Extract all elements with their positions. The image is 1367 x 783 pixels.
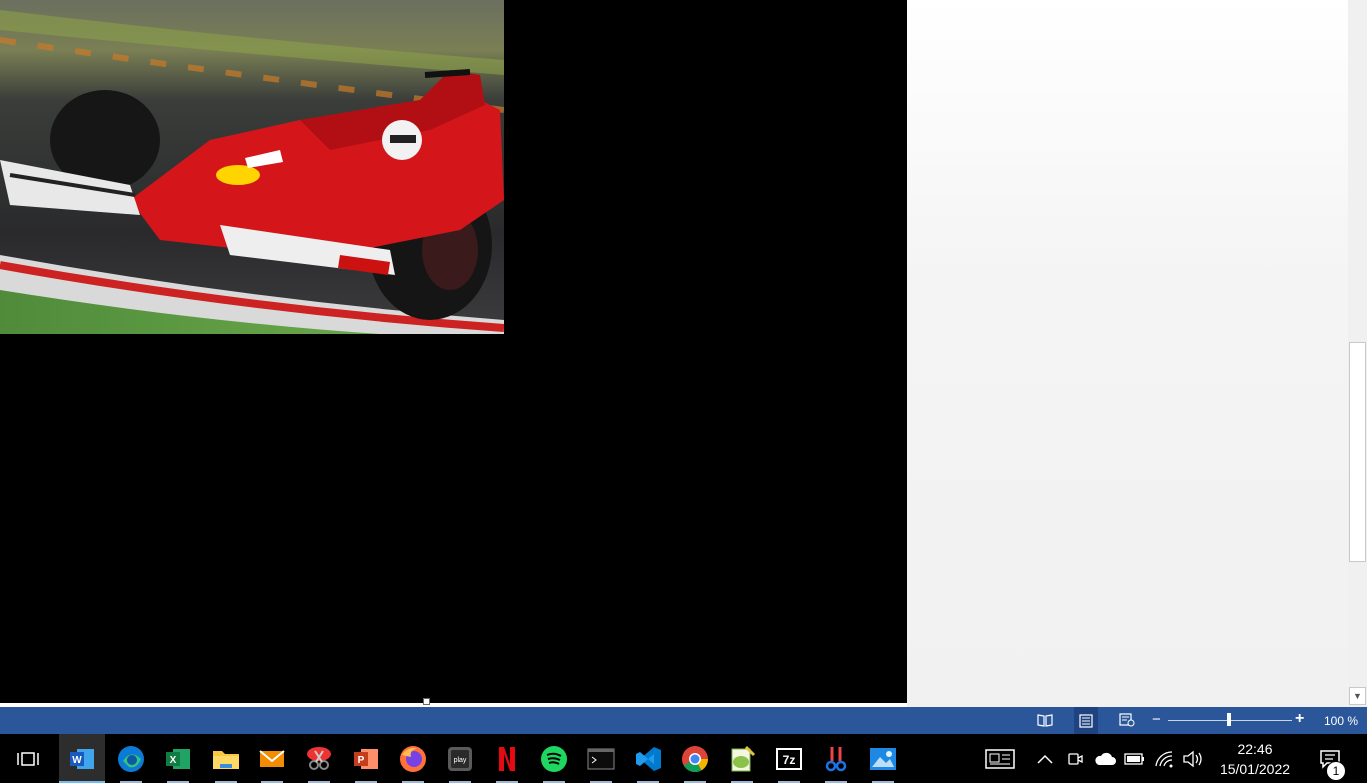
battery-icon[interactable] [1123, 734, 1147, 783]
notification-badge: 1 [1326, 761, 1346, 781]
edge-icon[interactable] [108, 734, 154, 783]
powerpoint-icon[interactable]: P [343, 734, 389, 783]
onedrive-icon[interactable] [1093, 734, 1117, 783]
news-widget-icon[interactable] [982, 734, 1018, 783]
zoom-level[interactable]: 100 % [1324, 714, 1358, 728]
snip-sketch-icon[interactable] [813, 734, 859, 783]
photos-icon[interactable] [860, 734, 906, 783]
clock-time: 22:46 [1237, 741, 1273, 757]
zoom-out-button[interactable]: − [1152, 712, 1161, 727]
notepad-plus-plus-icon[interactable] [719, 734, 765, 783]
svg-text:play: play [454, 757, 467, 764]
wifi-icon[interactable] [1153, 734, 1177, 783]
chevron-up-icon[interactable] [1034, 734, 1056, 783]
zoom-in-button[interactable]: + [1295, 711, 1304, 727]
spotify-icon[interactable] [531, 734, 577, 783]
svg-text:X: X [170, 755, 177, 766]
vscode-icon[interactable] [625, 734, 671, 783]
mail-icon[interactable] [249, 734, 295, 783]
read-mode-icon[interactable] [1033, 711, 1057, 729]
7zip-icon[interactable]: 7z [766, 734, 812, 783]
chrome-icon[interactable] [672, 734, 718, 783]
web-layout-icon[interactable] [1115, 711, 1139, 729]
canvas-background [907, 0, 1348, 707]
file-explorer-icon[interactable] [203, 734, 249, 783]
status-bar: − + 100 % [0, 707, 1367, 734]
f1-car-photo[interactable] [0, 0, 504, 334]
excel-icon[interactable]: X [155, 734, 201, 783]
taskbar: W X P play 7z 22:46 15/01/2022 1 [0, 734, 1367, 783]
word-icon[interactable]: W [59, 734, 105, 783]
zoom-slider-thumb[interactable] [1227, 713, 1231, 726]
epic-games-icon[interactable]: play [437, 734, 483, 783]
meet-now-icon[interactable] [1064, 734, 1086, 783]
netflix-icon[interactable] [484, 734, 530, 783]
scrollbar-thumb[interactable] [1349, 342, 1366, 562]
document-workspace: ▼ [0, 0, 1367, 707]
snipping-tool-icon[interactable] [296, 734, 342, 783]
volume-icon[interactable] [1181, 734, 1205, 783]
system-clock[interactable]: 22:46 15/01/2022 [1212, 739, 1298, 779]
print-layout-icon[interactable] [1074, 707, 1098, 734]
scroll-down-arrow-icon[interactable]: ▼ [1349, 687, 1366, 705]
terminal-icon[interactable] [578, 734, 624, 783]
firefox-icon[interactable] [390, 734, 436, 783]
image-resize-handle[interactable] [423, 698, 430, 705]
svg-text:P: P [358, 755, 365, 766]
svg-text:7z: 7z [783, 753, 796, 767]
svg-text:W: W [72, 755, 82, 766]
task-view-icon[interactable] [5, 734, 51, 783]
clock-date: 15/01/2022 [1219, 761, 1291, 777]
